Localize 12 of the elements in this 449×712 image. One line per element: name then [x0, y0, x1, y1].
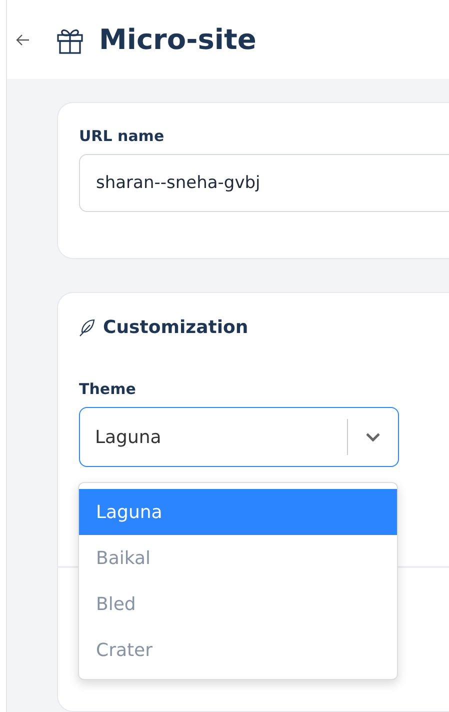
- section-title: Customization: [103, 317, 248, 338]
- theme-select[interactable]: Laguna: [79, 407, 399, 467]
- feather-icon: [77, 318, 97, 338]
- theme-option[interactable]: Laguna: [79, 489, 397, 535]
- back-arrow-icon[interactable]: [15, 32, 31, 48]
- theme-option[interactable]: Crater: [79, 627, 397, 673]
- url-name-field[interactable]: sharan--sneha-gvbj: [79, 154, 449, 212]
- page-title: Micro-site: [99, 23, 256, 56]
- field-label: URL name: [79, 127, 166, 145]
- theme-option[interactable]: Bled: [79, 581, 397, 627]
- field-label: Theme: [79, 380, 137, 398]
- theme-option[interactable]: Baikal: [79, 535, 397, 581]
